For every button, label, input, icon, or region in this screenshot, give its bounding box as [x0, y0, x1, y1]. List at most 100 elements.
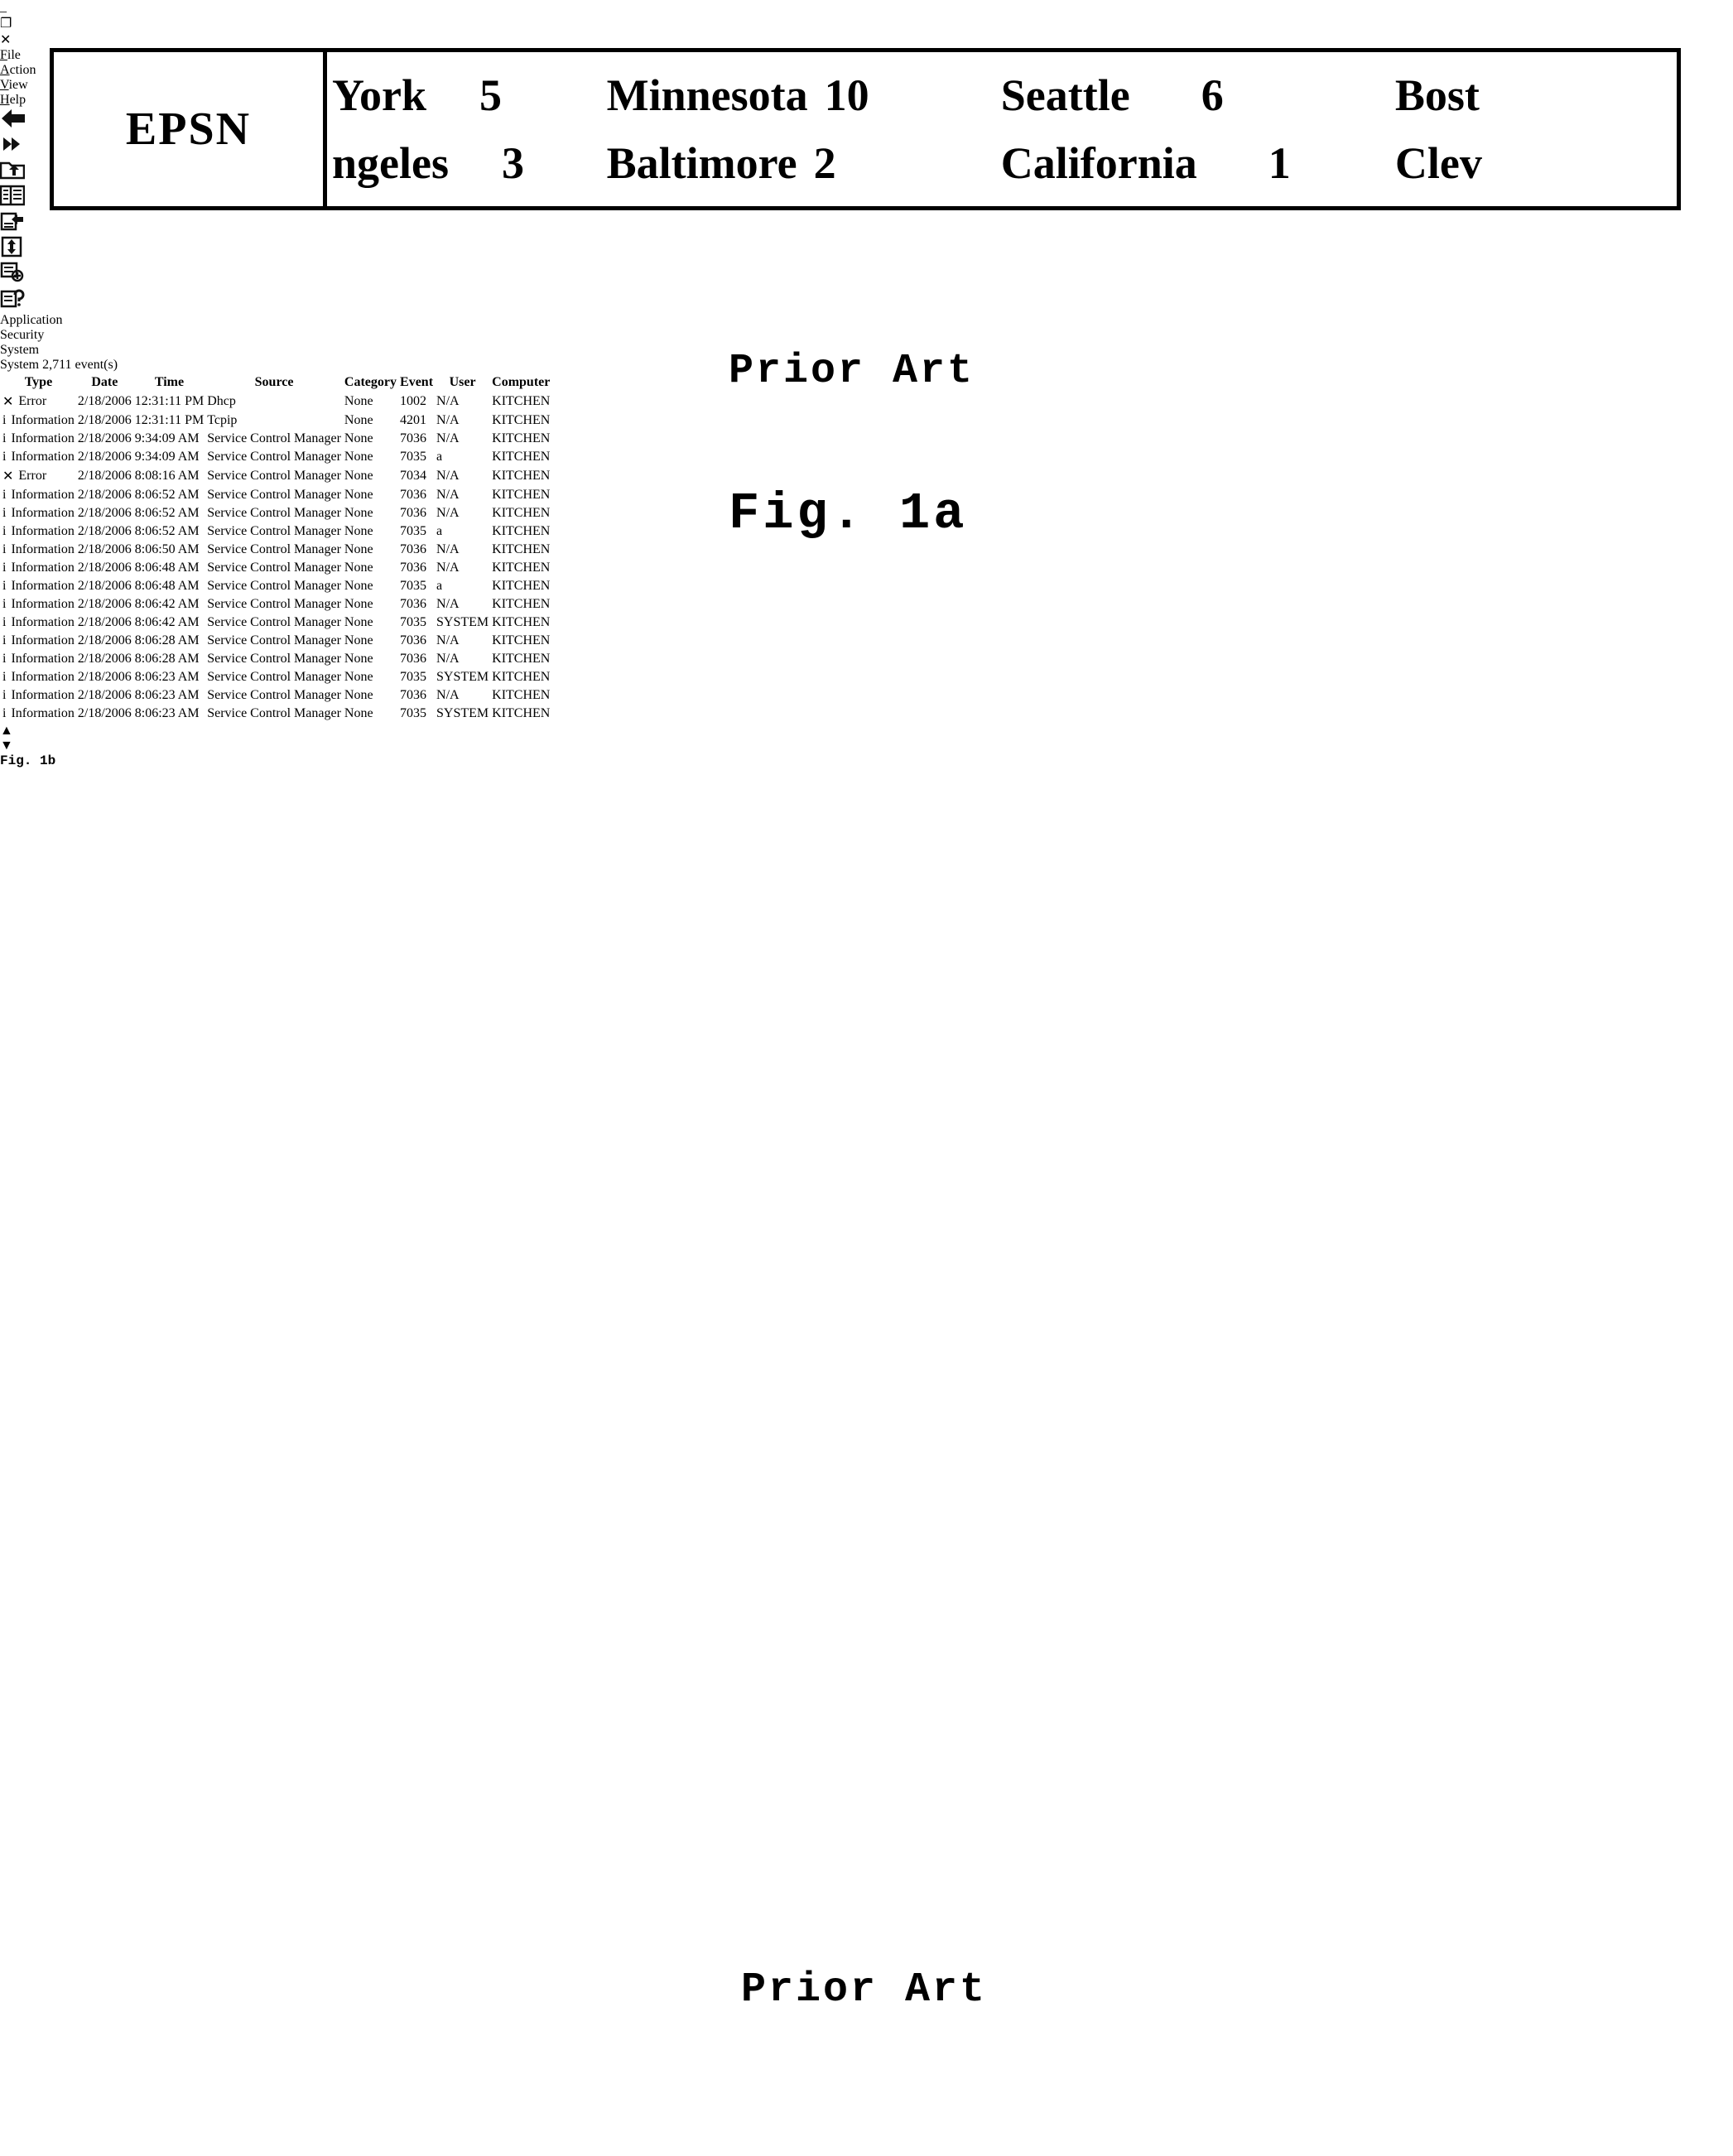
cell-category: None — [344, 469, 373, 483]
cell-type: i Information — [2, 523, 75, 540]
tree-item-security[interactable]: Security — [0, 328, 1733, 343]
table-row[interactable]: i Information 2/18/2006 8:06:48 AM Service C… — [2, 578, 551, 594]
scroll-down-button[interactable]: ▼ — [0, 739, 1733, 753]
table-row[interactable]: i Information 2/18/2006 8:06:23 AM Service C… — [2, 687, 551, 704]
column-header-type[interactable]: Type — [2, 374, 75, 391]
cell-user: N/A — [436, 469, 460, 483]
refresh-button[interactable] — [0, 236, 1733, 262]
properties-icon — [0, 262, 25, 286]
table-row[interactable]: i Information 2/18/2006 8:06:52 AM Service C… — [2, 487, 551, 503]
table-row[interactable]: i Information 2/18/2006 8:06:28 AM Service C… — [2, 651, 551, 667]
menu-accel-action: A — [0, 63, 10, 77]
column-header-date[interactable]: Date — [77, 374, 132, 391]
error-icon: ✕ — [2, 469, 14, 484]
error-icon: ✕ — [2, 395, 14, 409]
cell-event: 7036 — [400, 488, 427, 502]
cell-event: 7035 — [400, 450, 427, 464]
cell-user: N/A — [436, 542, 460, 556]
cell-time: 12:31:11 PM — [134, 413, 205, 427]
close-button[interactable]: ✕ — [0, 31, 1733, 48]
cell-computer: KITCHEN — [492, 542, 551, 556]
cell-time: 8:06:48 AM — [134, 579, 200, 593]
close-icon: ✕ — [0, 33, 12, 47]
cell-user: N/A — [436, 633, 460, 647]
cell-computer: KITCHEN — [492, 633, 551, 647]
cell-type: i Information — [2, 633, 75, 649]
event-table-body: ✕ Error 2/18/2006 12:31:11 PM Dhcp None 1002 N/… — [2, 392, 551, 722]
cell-user: N/A — [436, 488, 460, 502]
cell-type: i Information — [2, 687, 75, 704]
window-title-bar[interactable]: _ ❐ ✕ — [0, 0, 1733, 48]
cell-time: 9:34:09 AM — [134, 431, 200, 445]
cell-type: i Information — [2, 431, 75, 447]
score-item: ngeles 3 — [332, 137, 607, 189]
table-row[interactable]: i Information 2/18/2006 9:34:09 AM Service C… — [2, 449, 551, 465]
maximize-button[interactable]: ❐ — [0, 15, 1733, 31]
column-header-time[interactable]: Time — [134, 374, 205, 391]
cell-time: 8:06:50 AM — [134, 542, 200, 556]
show-hide-tree-icon — [0, 185, 26, 209]
cell-category: None — [344, 652, 373, 666]
column-header-event[interactable]: Event — [399, 374, 434, 391]
score-item: Clev — [1395, 137, 1677, 189]
cell-type: ✕ Error — [2, 392, 75, 411]
column-header-user[interactable]: User — [436, 374, 489, 391]
cell-date: 2/18/2006 — [77, 688, 132, 702]
column-header-computer[interactable]: Computer — [491, 374, 551, 391]
menu-accel-help: H — [0, 93, 10, 107]
cell-time: 8:06:42 AM — [134, 597, 200, 611]
properties-button[interactable] — [0, 262, 1733, 287]
cell-type: ✕ Error — [2, 467, 75, 485]
tree-item-system[interactable]: System — [0, 343, 1733, 358]
scroll-up-button[interactable]: ▲ — [0, 724, 1733, 739]
cell-type-label: Information — [11, 706, 75, 720]
score-item: Minnesota 10 — [607, 70, 1001, 121]
export-list-button[interactable] — [0, 210, 1733, 236]
info-icon: i — [2, 706, 7, 720]
chevron-down-icon: ▼ — [0, 739, 13, 753]
ticker-row-2: ngeles 3 Baltimore 2 California 1 Clev — [332, 129, 1677, 197]
help-button[interactable] — [0, 287, 1733, 313]
cell-event: 7036 — [400, 633, 427, 647]
column-header-category[interactable]: Category — [344, 374, 397, 391]
cell-date: 2/18/2006 — [77, 652, 132, 666]
table-row[interactable]: ✕ Error 2/18/2006 12:31:11 PM Dhcp None 1002 N/… — [2, 392, 551, 411]
vertical-scrollbar[interactable]: ▲ ▼ — [0, 724, 1733, 753]
score-value: 2 — [813, 138, 836, 188]
table-row[interactable]: i Information 2/18/2006 8:06:23 AM Service C… — [2, 669, 551, 686]
table-row[interactable]: ✕ Error 2/18/2006 8:08:16 AM Service Control… — [2, 467, 551, 485]
table-row[interactable]: i Information 2/18/2006 8:06:23 AM Service C… — [2, 705, 551, 722]
table-row[interactable]: i Information 2/18/2006 9:34:09 AM Service C… — [2, 431, 551, 447]
cell-source: Service Control Manager — [207, 670, 341, 684]
table-row[interactable]: i Information 2/18/2006 8:06:42 AM Service C… — [2, 614, 551, 631]
table-row[interactable]: i Information 2/18/2006 8:06:48 AM Service C… — [2, 560, 551, 576]
cell-type: i Information — [2, 596, 75, 613]
table-row[interactable]: i Information 2/18/2006 8:06:52 AM Service C… — [2, 505, 551, 522]
cell-source: Service Control Manager — [207, 652, 341, 666]
table-row[interactable]: i Information 2/18/2006 8:06:52 AM Service C… — [2, 523, 551, 540]
ticker-row-1: York 5 Minnesota 10 Seattle 6 Bost — [332, 61, 1677, 129]
menu-label-action: ction — [9, 63, 36, 77]
cell-category: None — [344, 670, 373, 684]
cell-time: 8:06:28 AM — [134, 652, 200, 666]
cell-event: 7036 — [400, 688, 427, 702]
cell-type: i Information — [2, 651, 75, 667]
tree-item-application[interactable]: Application — [0, 313, 1733, 328]
cell-event: 7035 — [400, 670, 427, 684]
cell-source: Service Control Manager — [207, 506, 341, 520]
column-header-source[interactable]: Source — [206, 374, 342, 391]
table-row[interactable]: i Information 2/18/2006 12:31:11 PM Tcpip Non… — [2, 412, 551, 429]
score-item: Seattle 6 — [1001, 70, 1395, 121]
table-row[interactable]: i Information 2/18/2006 8:06:42 AM Service C… — [2, 596, 551, 613]
console-tree-pane[interactable]: Application Security System — [0, 313, 1733, 358]
cell-category: None — [344, 688, 373, 702]
figure-1b-number-label: Fig. 1b — [0, 753, 56, 768]
minimize-button[interactable]: _ — [0, 0, 1733, 15]
figure-1b-prior-art-label: Prior Art — [741, 1966, 988, 2014]
table-row[interactable]: i Information 2/18/2006 8:06:28 AM Service C… — [2, 633, 551, 649]
cell-type-label: Information — [11, 524, 75, 538]
table-row[interactable]: i Information 2/18/2006 8:06:50 AM Service C… — [2, 541, 551, 558]
cell-computer: KITCHEN — [492, 450, 551, 464]
cell-time: 8:06:52 AM — [134, 524, 200, 538]
cell-source: Service Control Manager — [207, 469, 341, 483]
